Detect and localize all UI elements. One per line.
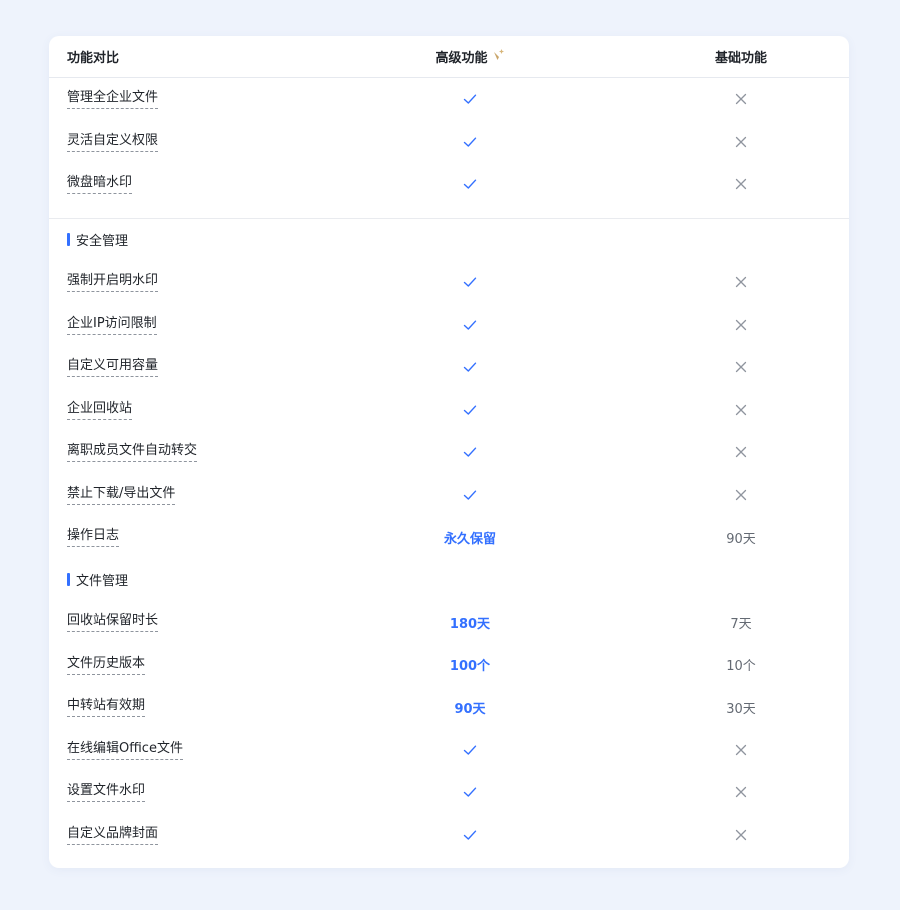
check-icon: [462, 444, 478, 460]
check-icon: [462, 827, 478, 843]
section-title-files: 文件管理: [76, 574, 129, 590]
check-icon: [462, 176, 478, 192]
basic-value: 90天: [726, 531, 756, 547]
basic-column-header: 基础功能: [714, 51, 767, 66]
advanced-value: 100个: [449, 659, 491, 675]
check-icon: [462, 359, 478, 375]
table-row: 企业IP访问限制: [49, 304, 849, 347]
section-header-security: 安全管理: [49, 219, 849, 262]
advanced-column-header: 高级功能: [435, 51, 488, 66]
section-accent-bar: [67, 573, 70, 587]
table-row: 企业回收站: [49, 389, 849, 432]
feature-name[interactable]: 文件历史版本: [67, 655, 146, 675]
table-row: 灵活自定义权限: [49, 121, 849, 164]
general-feature-group: 管理全企业文件 灵活自定义权限 微盘暗水印: [49, 78, 849, 206]
cross-icon: [734, 92, 748, 106]
feature-name[interactable]: 离职成员文件自动转交: [67, 442, 198, 463]
cross-icon: [734, 403, 748, 417]
feature-name[interactable]: 灵活自定义权限: [67, 132, 159, 152]
comparison-card: 功能对比 高级功能 基础功能 管理全企业文件 灵活自定义权限 微盘暗水印 安全管理 …: [49, 36, 849, 868]
table-row: 文件历史版本 100个 10个: [49, 644, 849, 687]
feature-column-header: 功能对比: [67, 51, 120, 66]
cross-icon: [734, 318, 748, 332]
table-row: 强制开启明水印: [49, 261, 849, 304]
section-accent-bar: [67, 233, 70, 247]
advanced-value: 90天: [454, 701, 486, 717]
cross-icon: [734, 488, 748, 502]
table-header: 功能对比 高级功能 基础功能: [49, 36, 849, 78]
feature-name[interactable]: 微盘暗水印: [67, 174, 133, 195]
sparkle-icon: [491, 47, 505, 66]
feature-name[interactable]: 中转站有效期: [67, 697, 146, 718]
check-icon: [462, 402, 478, 418]
cross-icon: [734, 785, 748, 799]
table-row: 中转站有效期 90天 30天: [49, 686, 849, 729]
check-icon: [462, 274, 478, 290]
cross-icon: [734, 828, 748, 842]
table-row: 设置文件水印: [49, 771, 849, 814]
cross-icon: [734, 360, 748, 374]
feature-name[interactable]: 强制开启明水印: [67, 272, 159, 293]
table-row: 在线编辑Office文件: [49, 729, 849, 772]
check-icon: [462, 742, 478, 758]
advanced-value: 永久保留: [443, 531, 496, 547]
table-row: 回收站保留时长 180天 7天: [49, 601, 849, 644]
cross-icon: [734, 445, 748, 459]
feature-name[interactable]: 操作日志: [67, 527, 120, 548]
basic-value: 30天: [726, 701, 756, 717]
table-row: 自定义品牌封面: [49, 814, 849, 857]
check-icon: [462, 784, 478, 800]
advanced-value: 180天: [449, 616, 491, 632]
check-icon: [462, 487, 478, 503]
table-row: 禁止下载/导出文件: [49, 474, 849, 517]
cross-icon: [734, 135, 748, 149]
feature-name[interactable]: 在线编辑Office文件: [67, 740, 183, 760]
feature-name[interactable]: 设置文件水印: [67, 782, 146, 803]
basic-value: 7天: [730, 616, 752, 632]
check-icon: [462, 317, 478, 333]
basic-value: 10个: [726, 659, 756, 675]
check-icon: [462, 91, 478, 107]
section-title-security: 安全管理: [76, 234, 129, 250]
feature-name[interactable]: 禁止下载/导出文件: [67, 485, 176, 505]
feature-name[interactable]: 回收站保留时长: [67, 612, 159, 633]
feature-name[interactable]: 自定义可用容量: [67, 357, 159, 378]
feature-name[interactable]: 企业IP访问限制: [67, 315, 157, 335]
security-feature-group: 强制开启明水印 企业IP访问限制 自定义可用容量 企业回收站离职成员文件自动转交 禁止下…: [49, 261, 849, 559]
cross-icon: [734, 177, 748, 191]
table-row: 操作日志 永久保留 90天: [49, 516, 849, 559]
table-row: 离职成员文件自动转交: [49, 431, 849, 474]
section-header-files: 文件管理: [49, 559, 849, 602]
check-icon: [462, 134, 478, 150]
feature-name[interactable]: 自定义品牌封面: [67, 825, 159, 845]
cross-icon: [734, 743, 748, 757]
feature-name[interactable]: 管理全企业文件: [67, 89, 159, 110]
feature-name[interactable]: 企业回收站: [67, 400, 133, 420]
cross-icon: [734, 275, 748, 289]
file-feature-group: 回收站保留时长 180天 7天文件历史版本 100个 10个中转站有效期 90天 30天在线…: [49, 601, 849, 856]
table-row: 自定义可用容量: [49, 346, 849, 389]
table-row: 管理全企业文件: [49, 78, 849, 121]
table-row: 微盘暗水印: [49, 163, 849, 206]
